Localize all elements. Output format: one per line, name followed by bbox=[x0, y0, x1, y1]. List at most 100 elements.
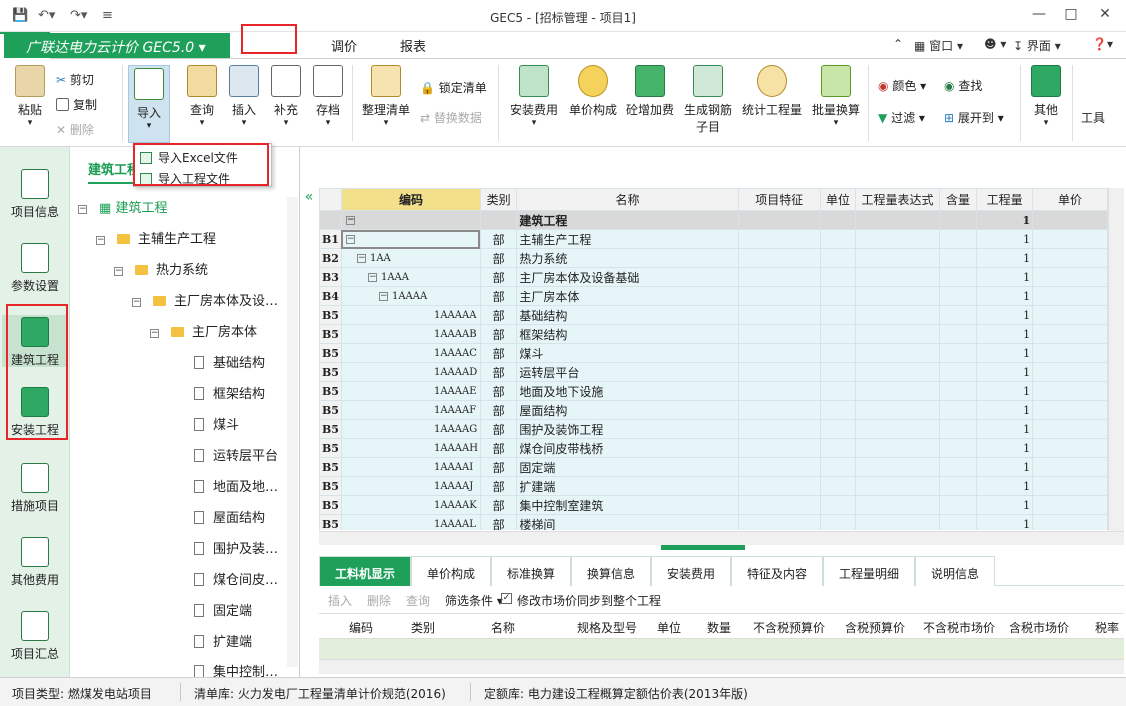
cell-code[interactable]: 1AAAAL bbox=[340, 514, 481, 530]
table-row[interactable]: B4−1AAAA 部主厂房本体 1 bbox=[319, 286, 1108, 306]
col-code[interactable]: 编码 bbox=[340, 188, 481, 211]
tree-leaf[interactable]: 基础结构 bbox=[194, 352, 265, 371]
cell-feature[interactable] bbox=[737, 248, 821, 268]
cell-type[interactable]: 部 bbox=[479, 438, 518, 458]
find-button[interactable]: ◉ 查找 bbox=[944, 77, 982, 94]
row-header[interactable]: B5 bbox=[319, 476, 342, 496]
cell-type[interactable]: 部 bbox=[479, 457, 518, 477]
cell-unit[interactable] bbox=[819, 514, 857, 530]
cell-code[interactable]: − bbox=[340, 210, 481, 230]
cell-name[interactable]: 围护及装饰工程 bbox=[516, 419, 739, 439]
collapse-toggle-icon[interactable]: − bbox=[78, 205, 87, 214]
organize-list-button[interactable]: 整理清单 ▾ bbox=[358, 65, 414, 128]
cell-name[interactable]: 主辅生产工程 bbox=[516, 229, 739, 249]
collapse-toggle-icon[interactable]: − bbox=[378, 291, 388, 301]
sync-price-checkbox[interactable]: ✓ bbox=[501, 593, 512, 604]
tab-report[interactable]: 报表 bbox=[400, 36, 426, 55]
cell-unit[interactable] bbox=[819, 324, 857, 344]
panel-splitter[interactable] bbox=[319, 545, 1124, 554]
cell-type[interactable]: 部 bbox=[479, 419, 518, 439]
cell-content[interactable] bbox=[938, 267, 978, 287]
table-row[interactable]: B1− 部主辅生产工程 1 bbox=[319, 229, 1108, 249]
cell-code[interactable]: 1AAAAA bbox=[340, 305, 481, 325]
cell-unit[interactable] bbox=[819, 210, 857, 230]
col-content[interactable]: 含量 bbox=[938, 188, 978, 211]
bcol-budget-ex-tax[interactable]: 不含税预算价 bbox=[753, 619, 825, 636]
import-button[interactable]: 导入 ▾ bbox=[128, 65, 170, 143]
cell-content[interactable] bbox=[938, 362, 978, 382]
cell-unit-price[interactable] bbox=[1032, 400, 1108, 420]
cell-unit-price[interactable] bbox=[1032, 495, 1108, 515]
bcol-type[interactable]: 类别 bbox=[411, 619, 435, 636]
cell-name[interactable]: 煤斗 bbox=[516, 343, 739, 363]
cell-expression[interactable] bbox=[855, 343, 940, 363]
cell-quantity[interactable]: 1 bbox=[976, 476, 1034, 496]
grid-vertical-scrollbar[interactable] bbox=[1108, 188, 1124, 531]
table-row[interactable]: B5 1AAAAB 部框架结构 1 bbox=[319, 324, 1108, 344]
tree-node-main-building[interactable]: − 主厂房本体 bbox=[150, 321, 257, 340]
bcol-qty[interactable]: 数量 bbox=[707, 619, 731, 636]
col-unit-price[interactable]: 单价 bbox=[1032, 188, 1108, 211]
cell-type[interactable]: 部 bbox=[479, 286, 518, 306]
cell-unit[interactable] bbox=[819, 457, 857, 477]
bottom-query-button[interactable]: 查询 bbox=[406, 592, 430, 609]
row-header[interactable]: B5 bbox=[319, 324, 342, 344]
cell-expression[interactable] bbox=[855, 495, 940, 515]
cell-content[interactable] bbox=[938, 229, 978, 249]
cell-code[interactable]: − bbox=[340, 229, 481, 249]
col-quantity[interactable]: 工程量 bbox=[976, 188, 1034, 211]
cell-feature[interactable] bbox=[737, 362, 821, 382]
cell-name[interactable]: 热力系统 bbox=[516, 248, 739, 268]
cell-quantity[interactable]: 1 bbox=[976, 419, 1034, 439]
table-row[interactable]: B5 1AAAAK 部集中控制室建筑 1 bbox=[319, 495, 1108, 515]
btab-convert-info[interactable]: 换算信息 bbox=[571, 556, 651, 586]
help-icon[interactable]: ❓▾ bbox=[1092, 37, 1113, 51]
btab-quantity-detail[interactable]: 工程量明细 bbox=[823, 556, 915, 586]
brand-menu-button[interactable]: 广联达电力云计价 GEC5.0 ▾ bbox=[4, 33, 230, 58]
bcol-market-inc-tax[interactable]: 含税市场价 bbox=[1009, 619, 1069, 636]
cell-content[interactable] bbox=[938, 514, 978, 530]
cell-name[interactable]: 主厂房本体及设备基础 bbox=[516, 267, 739, 287]
cell-expression[interactable] bbox=[855, 514, 940, 530]
cell-quantity[interactable]: 1 bbox=[976, 457, 1034, 477]
cell-code[interactable]: −1AA bbox=[340, 248, 481, 268]
batch-convert-button[interactable]: 批量换算 ▾ bbox=[808, 65, 864, 128]
cell-unit[interactable] bbox=[819, 400, 857, 420]
table-row[interactable]: B5 1AAAAA 部基础结构 1 bbox=[319, 305, 1108, 325]
cell-expression[interactable] bbox=[855, 248, 940, 268]
cell-code[interactable]: 1AAAAB bbox=[340, 324, 481, 344]
nav-project-info[interactable]: 项目信息 bbox=[2, 169, 68, 220]
cell-type[interactable]: 部 bbox=[479, 305, 518, 325]
cell-expression[interactable] bbox=[855, 400, 940, 420]
tree-leaf[interactable]: 屋面结构 bbox=[194, 507, 265, 526]
btab-install-fee[interactable]: 安装费用 bbox=[651, 556, 731, 586]
delete-button[interactable]: ✕ 删除 bbox=[56, 121, 94, 138]
cell-code[interactable]: 1AAAAF bbox=[340, 400, 481, 420]
cell-feature[interactable] bbox=[737, 476, 821, 496]
collapse-tree-icon[interactable]: « bbox=[300, 189, 318, 209]
row-header[interactable]: B5 bbox=[319, 457, 342, 477]
cell-unit[interactable] bbox=[819, 267, 857, 287]
row-header[interactable]: B5 bbox=[319, 343, 342, 363]
close-icon[interactable]: ✕ bbox=[1090, 6, 1120, 22]
table-row[interactable]: B5 1AAAAG 部围护及装饰工程 1 bbox=[319, 419, 1108, 439]
cell-feature[interactable] bbox=[737, 267, 821, 287]
cell-quantity[interactable]: 1 bbox=[976, 229, 1034, 249]
cell-type[interactable]: 部 bbox=[479, 514, 518, 530]
row-header[interactable]: B4 bbox=[319, 286, 342, 306]
cell-unit[interactable] bbox=[819, 229, 857, 249]
copy-button[interactable]: 复制 bbox=[56, 96, 97, 113]
cell-code[interactable]: 1AAAAG bbox=[340, 419, 481, 439]
collapse-toggle-icon[interactable]: − bbox=[96, 236, 105, 245]
cell-unit-price[interactable] bbox=[1032, 457, 1108, 477]
cell-unit[interactable] bbox=[819, 305, 857, 325]
cell-name[interactable]: 运转层平台 bbox=[516, 362, 739, 382]
table-row[interactable]: B3−1AAA 部主厂房本体及设备基础 1 bbox=[319, 267, 1108, 287]
row-header[interactable] bbox=[319, 210, 342, 230]
tree-leaf[interactable]: 煤斗 bbox=[194, 414, 239, 433]
cell-code[interactable]: 1AAAAE bbox=[340, 381, 481, 401]
cell-name[interactable]: 建筑工程 bbox=[516, 210, 739, 230]
cell-unit[interactable] bbox=[819, 248, 857, 268]
cell-content[interactable] bbox=[938, 400, 978, 420]
cell-quantity[interactable]: 1 bbox=[976, 362, 1034, 382]
